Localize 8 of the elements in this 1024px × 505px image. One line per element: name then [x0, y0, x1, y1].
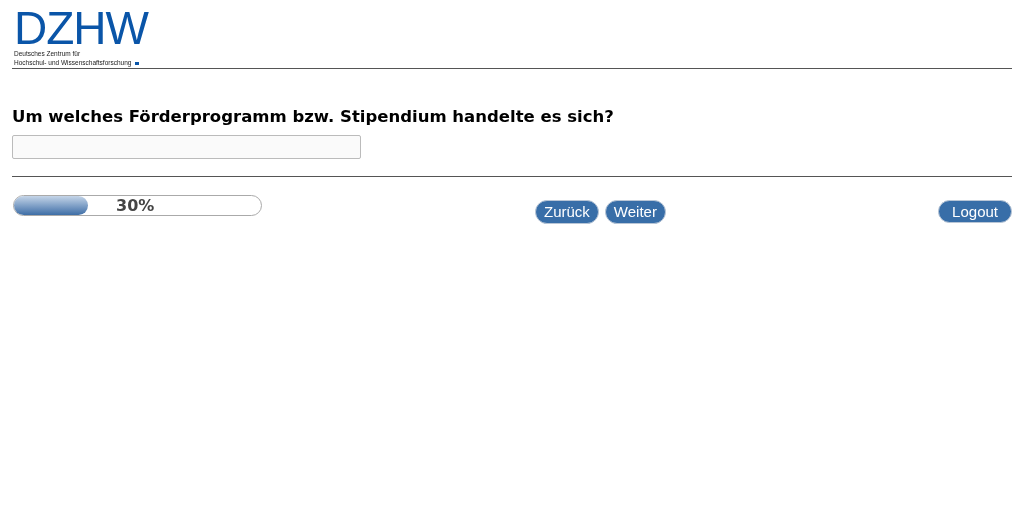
logout-button[interactable]: Logout	[938, 200, 1012, 223]
nav-button[interactable]: Weiter	[604, 200, 666, 224]
progress-reading: 30%	[116, 196, 155, 215]
question-text: Um welches Förderprogramm bzw. Stipendium handelte es sich?	[12, 107, 615, 127]
answer-field[interactable]	[12, 135, 361, 159]
logo-wordmark: DZHW	[14, 8, 148, 48]
nav-button[interactable]: Zurück	[535, 200, 599, 224]
logo-square-icon	[135, 62, 140, 65]
